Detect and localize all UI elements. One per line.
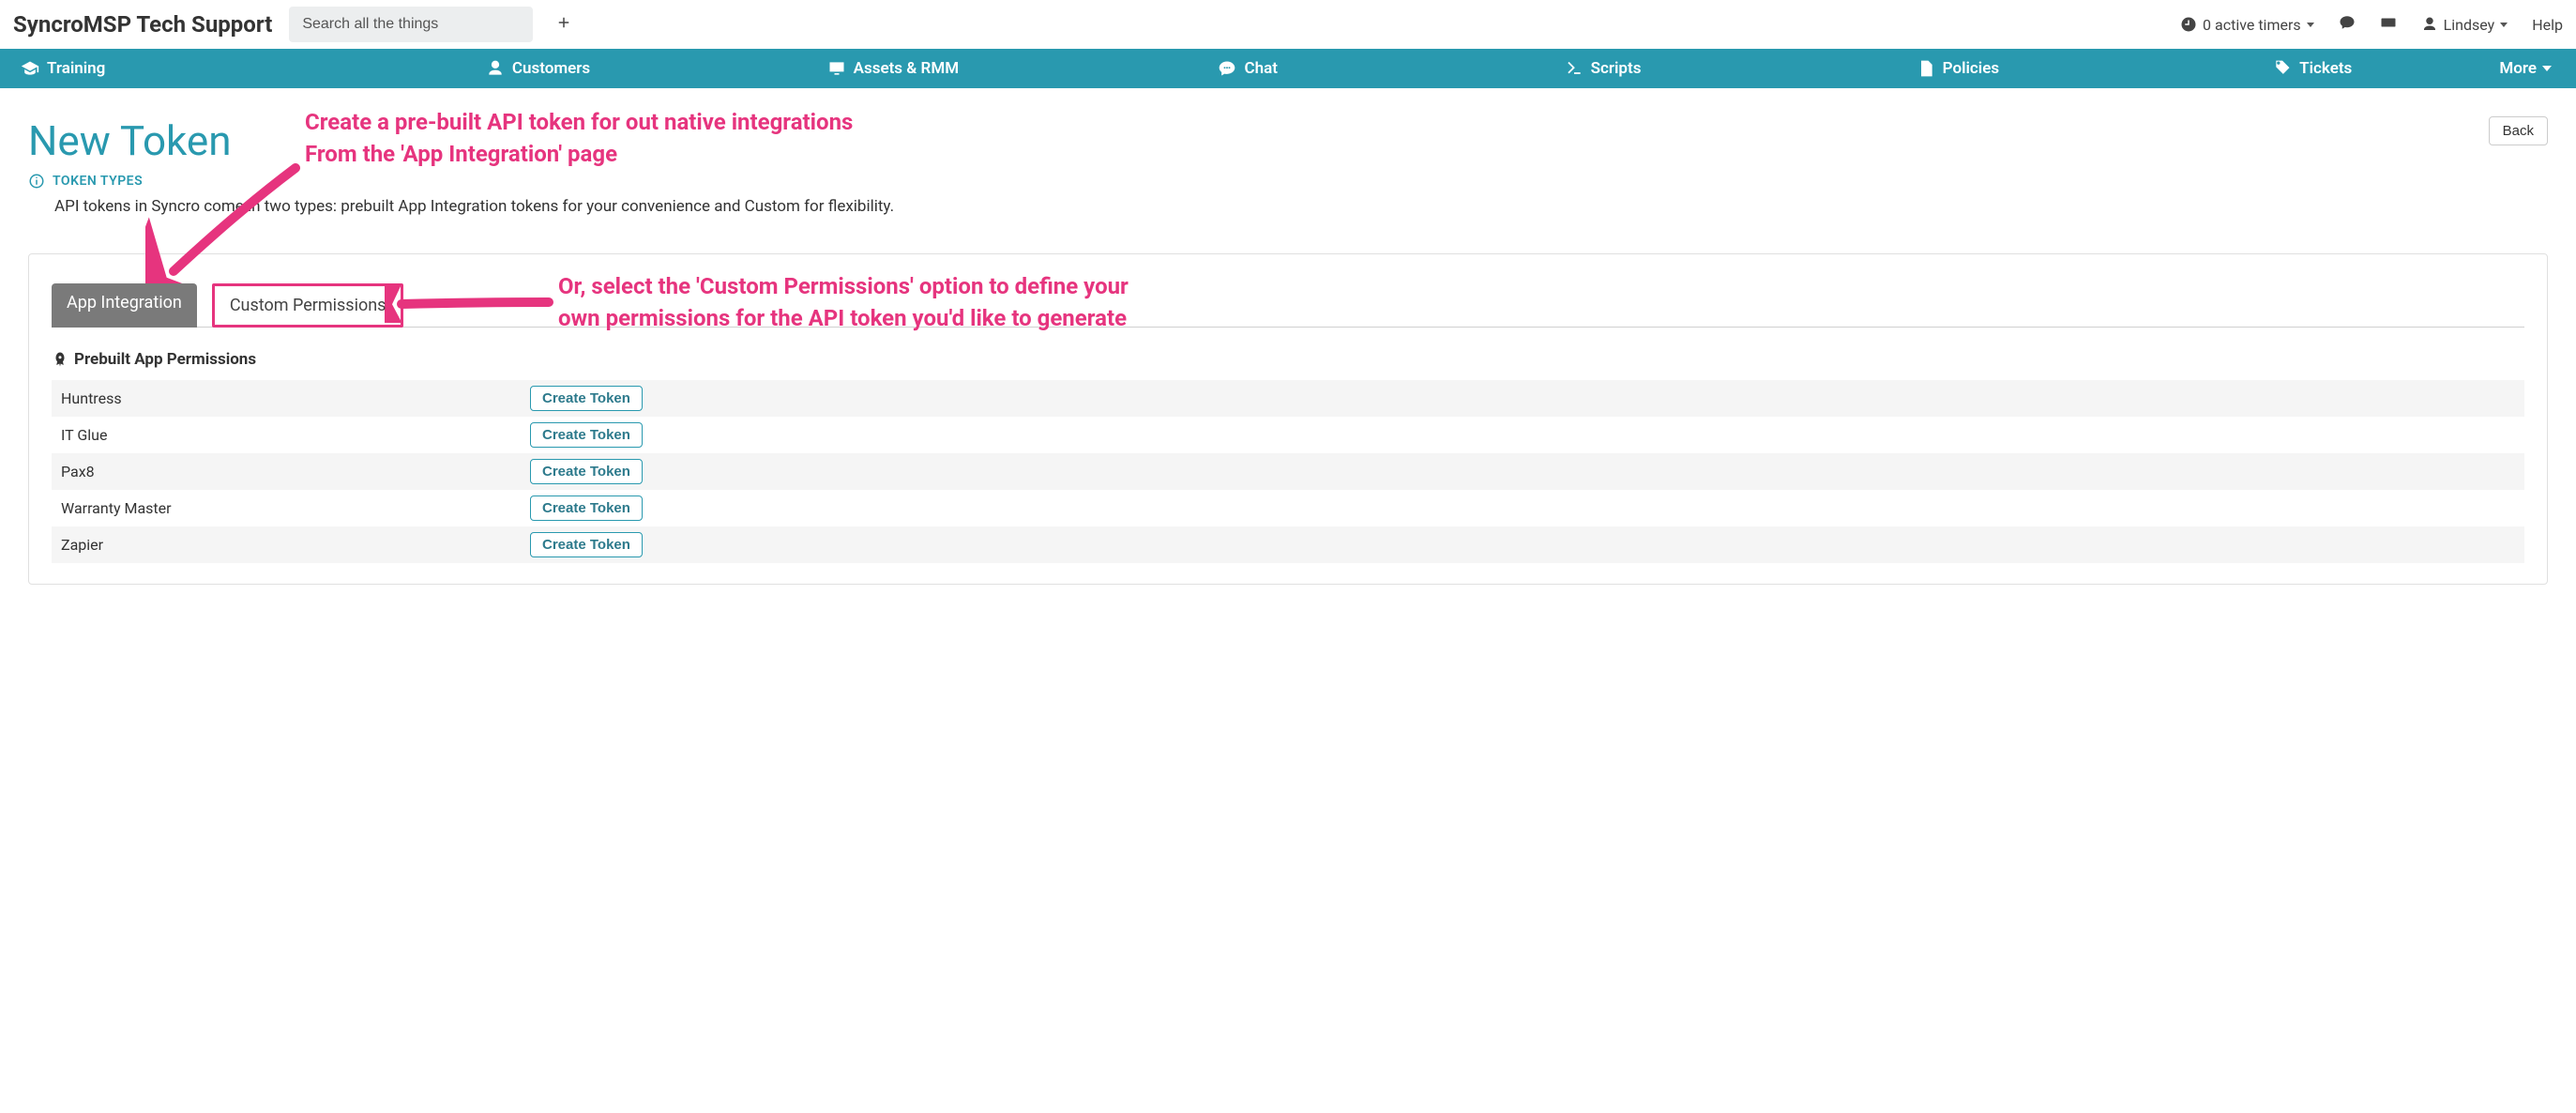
create-token-button[interactable]: Create Token (530, 496, 643, 521)
tabs: App Integration Custom Permissions (52, 282, 2524, 328)
tag-icon (2273, 59, 2292, 78)
create-token-button[interactable]: Create Token (530, 532, 643, 557)
person-icon (486, 59, 505, 78)
table-row: Zapier Create Token (52, 526, 2524, 563)
help-link[interactable]: Help (2532, 16, 2563, 34)
integration-name: Warranty Master (52, 490, 521, 526)
monitor-icon (827, 59, 846, 78)
main-nav: Training Customers Assets & RMM Chat Scr… (0, 49, 2576, 88)
user-name: Lindsey (2444, 16, 2495, 34)
keyboard-icon (2380, 14, 2397, 31)
user-menu[interactable]: Lindsey (2421, 16, 2508, 34)
nav-training[interactable]: Training (15, 59, 360, 78)
document-icon (1917, 59, 1935, 78)
caret-down-icon (2500, 23, 2508, 27)
graduation-icon (21, 59, 39, 78)
token-types-toggle[interactable]: TOKEN TYPES (28, 173, 894, 190)
chat-icon (1218, 59, 1236, 78)
top-bar: SyncroMSP Tech Support 0 active timers L… (0, 0, 2576, 49)
speech-icon (2339, 14, 2356, 31)
caret-down-icon (2542, 66, 2552, 71)
token-card: App Integration Custom Permissions Prebu… (28, 253, 2548, 585)
nav-chat[interactable]: Chat (1070, 59, 1425, 78)
messages-button[interactable] (2339, 14, 2356, 35)
nav-scripts[interactable]: Scripts (1425, 59, 1780, 78)
tab-app-integration[interactable]: App Integration (52, 283, 197, 328)
token-types-description: API tokens in Syncro come in two types: … (54, 197, 894, 216)
search-input[interactable] (289, 7, 533, 42)
clock-icon (2180, 16, 2197, 33)
back-button[interactable]: Back (2489, 116, 2548, 145)
integration-name: Zapier (52, 526, 521, 563)
brand-title: SyncroMSP Tech Support (13, 11, 272, 38)
nav-assets[interactable]: Assets & RMM (716, 59, 1070, 78)
page-body: Create a pre-built API token for out nat… (0, 88, 2576, 613)
nav-more[interactable]: More (2490, 59, 2561, 78)
caret-down-icon (2307, 23, 2314, 27)
integration-name: Huntress (52, 380, 521, 417)
info-icon (28, 173, 45, 190)
section-title: Prebuilt App Permissions (52, 350, 2524, 369)
user-icon (2421, 16, 2438, 33)
tab-custom-permissions[interactable]: Custom Permissions (212, 283, 404, 328)
nav-customers[interactable]: Customers (360, 59, 715, 78)
create-token-button[interactable]: Create Token (530, 386, 643, 411)
permissions-table: Huntress Create Token IT Glue Create Tok… (52, 380, 2524, 563)
table-row: Pax8 Create Token (52, 453, 2524, 490)
timers-text: 0 active timers (2203, 16, 2301, 34)
rocket-icon (52, 351, 68, 368)
active-timers[interactable]: 0 active timers (2180, 16, 2314, 34)
table-row: Warranty Master Create Token (52, 490, 2524, 526)
integration-name: Pax8 (52, 453, 521, 490)
table-row: IT Glue Create Token (52, 417, 2524, 453)
terminal-icon (1565, 59, 1583, 78)
plus-icon (555, 14, 572, 31)
table-row: Huntress Create Token (52, 380, 2524, 417)
nav-policies[interactable]: Policies (1780, 59, 2135, 78)
nav-tickets[interactable]: Tickets (2135, 59, 2490, 78)
page-title: New Token (28, 116, 894, 165)
keyboard-button[interactable] (2380, 14, 2397, 35)
integration-name: IT Glue (52, 417, 521, 453)
add-button[interactable] (550, 13, 578, 37)
create-token-button[interactable]: Create Token (530, 422, 643, 448)
create-token-button[interactable]: Create Token (530, 459, 643, 484)
